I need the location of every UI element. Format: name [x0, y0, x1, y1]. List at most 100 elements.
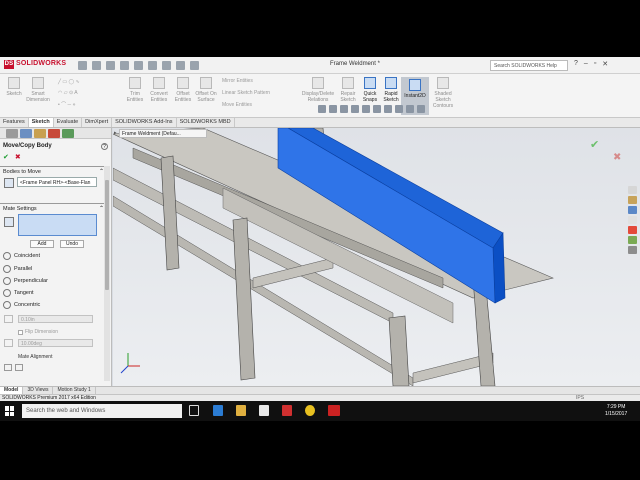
flyout-expand-icon[interactable]: ▸: [114, 130, 117, 136]
linear-sketch-pattern-button[interactable]: Linear Sketch Pattern: [222, 90, 270, 96]
appearance-icon[interactable]: [395, 105, 403, 113]
panel-scrollbar[interactable]: [104, 166, 110, 381]
coincident-option[interactable]: Coincident: [3, 252, 40, 260]
view-orientation-icon[interactable]: [362, 105, 370, 113]
section-view-icon[interactable]: [351, 105, 359, 113]
trim-entities-button[interactable]: Trim Entities: [124, 77, 146, 103]
previous-view-icon[interactable]: [340, 105, 348, 113]
custom-properties-icon[interactable]: [628, 236, 637, 244]
quick-snaps-button[interactable]: Quick Snaps: [361, 77, 379, 103]
ok-check-icon[interactable]: ✔: [3, 154, 9, 161]
distance-input[interactable]: 0.10in: [18, 315, 93, 323]
undo-button[interactable]: Undo: [60, 240, 84, 248]
line-tool-icons[interactable]: ╱ ▭ ◯ ∿: [58, 79, 80, 85]
help-icon[interactable]: ?: [574, 60, 578, 68]
file-explorer-icon[interactable]: [236, 405, 246, 416]
feature-tree-flyout[interactable]: Frame Weldment (Defau...: [119, 129, 207, 138]
edge-browser-icon[interactable]: [213, 405, 223, 416]
design-library-icon[interactable]: [628, 196, 637, 204]
print-icon[interactable]: [134, 61, 143, 70]
display-manager-tab-icon[interactable]: [62, 129, 74, 138]
solidworks-logo[interactable]: DS SOLIDWORKS: [4, 60, 66, 69]
tab-solidworks-addins[interactable]: SOLIDWORKS Add-Ins: [112, 118, 177, 127]
scrollbar-thumb[interactable]: [105, 180, 109, 290]
recorder-app-icon[interactable]: [328, 405, 340, 416]
zoom-fit-icon[interactable]: [318, 105, 326, 113]
sketch-button[interactable]: Sketch: [4, 77, 24, 97]
help-search-input[interactable]: Search SOLIDWORKS Help: [490, 60, 568, 71]
home-icon[interactable]: [78, 61, 87, 70]
confirm-check-icon[interactable]: ✔: [590, 138, 599, 151]
mirror-entities-button[interactable]: Mirror Entities: [222, 78, 253, 84]
cancel-x-icon[interactable]: ✖: [613, 152, 621, 163]
display-delete-relations-button[interactable]: Display/Delete Relations: [300, 77, 336, 103]
task-view-icon[interactable]: [189, 405, 199, 416]
tab-3d-views[interactable]: 3D Views: [23, 387, 54, 394]
tab-model[interactable]: Model: [0, 387, 24, 394]
mate-settings-section[interactable]: Mate Settings ⌃: [0, 203, 108, 212]
solidworks-taskbar-icon[interactable]: [282, 405, 292, 416]
repair-sketch-button[interactable]: Repair Sketch: [338, 77, 358, 103]
offset-on-surface-button[interactable]: Offset On Surface: [195, 77, 217, 103]
close-icon[interactable]: ✕: [602, 60, 608, 68]
view-settings-icon[interactable]: [417, 105, 425, 113]
file-explorer-icon[interactable]: [628, 206, 637, 214]
appearances-icon[interactable]: [628, 226, 637, 234]
hide-show-icon[interactable]: [384, 105, 392, 113]
bodies-to-move-list[interactable]: <Frame Panel RH>-<Base-Flan: [17, 177, 97, 187]
help-icon[interactable]: ?: [101, 143, 108, 150]
tangent-option[interactable]: Tangent: [3, 289, 34, 297]
tab-evaluate[interactable]: Evaluate: [54, 118, 83, 127]
tab-solidworks-mbd[interactable]: SOLIDWORKS MBD: [177, 118, 235, 127]
undo-icon[interactable]: [148, 61, 157, 70]
options-icon[interactable]: [190, 61, 199, 70]
aligned-icon[interactable]: [4, 364, 12, 371]
taskbar-search-input[interactable]: Search the web and Windows: [22, 404, 182, 418]
post-front[interactable]: [388, 315, 410, 386]
perpendicular-option[interactable]: Perpendicular: [3, 277, 48, 285]
angle-input[interactable]: 10.00deg: [18, 339, 93, 347]
point-tool-icons[interactable]: • ⌒ ─ ⋄: [58, 101, 76, 108]
open-icon[interactable]: [106, 61, 115, 70]
add-button[interactable]: Add: [30, 240, 54, 248]
start-button-icon[interactable]: [5, 406, 15, 416]
bodies-to-move-section[interactable]: Bodies to Move ⌃: [0, 166, 108, 175]
mate-selections-list[interactable]: [18, 214, 97, 236]
tab-dimxpert[interactable]: DimXpert: [82, 118, 113, 127]
offset-entities-button[interactable]: Offset Entities: [172, 77, 194, 103]
graphics-area[interactable]: ✔ ✖: [113, 128, 640, 386]
arc-tool-icons[interactable]: ◠ ▱ ⊙ A: [58, 90, 78, 96]
new-document-icon[interactable]: [92, 61, 101, 70]
scene-icon[interactable]: [406, 105, 414, 113]
parallel-option[interactable]: Parallel: [3, 265, 32, 273]
chrome-icon[interactable]: [305, 405, 315, 416]
convert-entities-button[interactable]: Convert Entities: [147, 77, 171, 103]
store-icon[interactable]: [259, 405, 269, 416]
rebuild-icon[interactable]: [176, 61, 185, 70]
rapid-sketch-button[interactable]: Rapid Sketch: [382, 77, 400, 103]
cancel-x-icon[interactable]: ✖: [15, 154, 21, 161]
anti-aligned-icon[interactable]: [15, 364, 23, 371]
smart-dimension-button[interactable]: Smart Dimension: [25, 77, 51, 103]
taskbar-clock[interactable]: 7:29 PM 1/15/2017: [605, 404, 627, 418]
tab-motion-study[interactable]: Motion Study 1: [53, 387, 96, 394]
tab-features[interactable]: Features: [0, 118, 29, 127]
property-manager-tab-icon[interactable]: [20, 129, 32, 138]
minimize-icon[interactable]: –: [584, 60, 588, 68]
view-palette-icon[interactable]: [628, 216, 637, 224]
configuration-manager-tab-icon[interactable]: [34, 129, 46, 138]
feature-manager-tab-icon[interactable]: [6, 129, 18, 138]
concentric-option[interactable]: Concentric: [3, 301, 40, 309]
move-entities-button[interactable]: Move Entities: [222, 102, 252, 108]
restore-icon[interactable]: ▫: [594, 60, 596, 68]
zoom-area-icon[interactable]: [329, 105, 337, 113]
tab-sketch[interactable]: Sketch: [28, 118, 54, 127]
dimxpert-manager-tab-icon[interactable]: [48, 129, 60, 138]
display-style-icon[interactable]: [373, 105, 381, 113]
save-icon[interactable]: [120, 61, 129, 70]
shaded-sketch-contours-button[interactable]: Shaded Sketch Contours: [431, 77, 455, 109]
select-icon[interactable]: [162, 61, 171, 70]
weldment-model[interactable]: [113, 128, 640, 386]
forum-icon[interactable]: [628, 246, 637, 254]
flip-dimension-checkbox[interactable]: Flip Dimension: [18, 329, 58, 335]
